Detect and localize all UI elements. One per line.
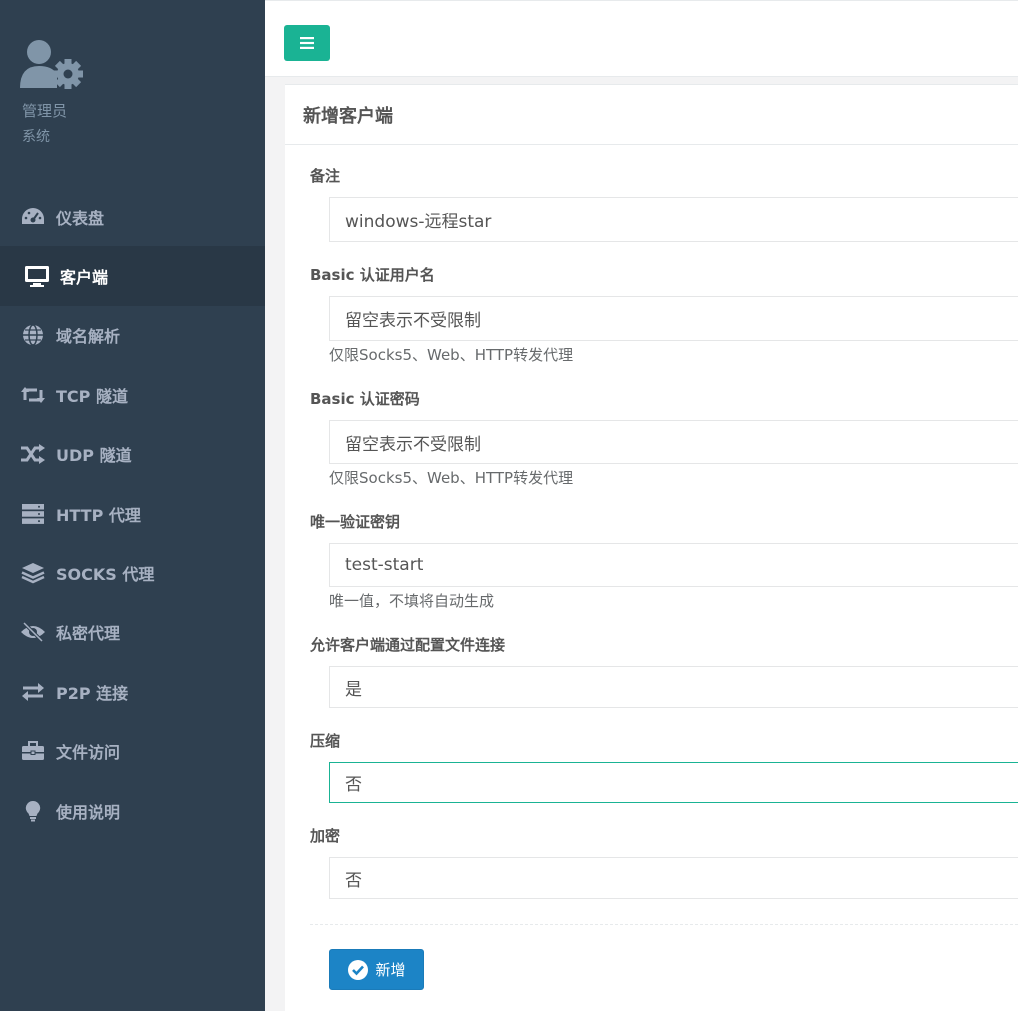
sidebar-item-label: 域名解析 [56, 327, 121, 347]
basic-password-input[interactable]: 留空表示不受限制 [329, 420, 1018, 464]
config-conn-select[interactable]: 是 [329, 666, 1018, 708]
add-button[interactable]: 新增 [329, 949, 424, 990]
sidebar-item-files[interactable]: 文件访问 [0, 722, 265, 781]
dashboard-icon [20, 206, 46, 228]
profile: 管理员 系统 [20, 38, 86, 145]
hamburger-icon [300, 37, 314, 49]
crypt-label: 加密 [310, 827, 341, 845]
sidebar-item-label: UDP 隧道 [56, 446, 132, 466]
remark-input[interactable]: windows-远程star [329, 197, 1018, 242]
basic-username-placeholder: 留空表示不受限制 [345, 311, 481, 331]
compress-select[interactable]: 否 [329, 762, 1018, 803]
basic-password-label: Basic 认证密码 [310, 390, 420, 408]
sidebar-item-dashboard[interactable]: 仪表盘 [0, 187, 265, 246]
vkey-label: 唯一验证密钥 [310, 513, 401, 531]
compress-value: 否 [345, 775, 362, 795]
sidebar: 管理员 系统 仪表盘 客户端 域名解析 TCP 隧道 UDP 隧道 HTTP 代… [0, 0, 265, 1011]
sidebar-item-socks[interactable]: SOCKS 代理 [0, 543, 265, 602]
top-navbar [265, 0, 1018, 77]
form-divider [310, 924, 1018, 925]
remark-label: 备注 [310, 167, 341, 185]
panel-title: 新增客户端 [285, 85, 1018, 145]
briefcase-icon [20, 740, 46, 762]
sidebar-nav: 仪表盘 客户端 域名解析 TCP 隧道 UDP 隧道 HTTP 代理 SOCKS… [0, 187, 265, 840]
sidebar-item-http[interactable]: HTTP 代理 [0, 484, 265, 543]
sidebar-item-udp[interactable]: UDP 隧道 [0, 425, 265, 484]
add-client-panel: 新增客户端 备注 windows-远程star Basic 认证用户名 留空表示… [285, 84, 1018, 1011]
config-conn-label: 允许客户端通过配置文件连接 [310, 636, 506, 654]
vkey-value: test-start [345, 555, 424, 575]
monitor-icon [24, 265, 50, 288]
profile-role: 管理员 [22, 102, 68, 120]
server-icon [20, 503, 46, 525]
menu-toggle-button[interactable] [284, 25, 330, 61]
sidebar-item-label: TCP 隧道 [56, 386, 128, 406]
profile-subtitle: 系统 [22, 129, 50, 145]
sidebar-item-label: 文件访问 [56, 743, 121, 763]
sidebar-item-label: 仪表盘 [56, 208, 105, 228]
user-gear-icon [20, 38, 86, 94]
sidebar-item-secret[interactable]: 私密代理 [0, 603, 265, 662]
compress-label: 压缩 [310, 732, 341, 750]
sidebar-item-tcp[interactable]: TCP 隧道 [0, 365, 265, 424]
shuffle-icon [20, 443, 46, 465]
sidebar-item-label: 私密代理 [56, 624, 121, 644]
check-circle-icon [348, 959, 369, 980]
basic-password-help: 仅限Socks5、Web、HTTP转发代理 [329, 469, 574, 487]
sidebar-item-p2p[interactable]: P2P 连接 [0, 662, 265, 721]
sidebar-item-domain[interactable]: 域名解析 [0, 306, 265, 365]
sidebar-item-help[interactable]: 使用说明 [0, 781, 265, 840]
eye-slash-icon [20, 621, 46, 643]
globe-icon [20, 324, 46, 347]
sidebar-item-label: SOCKS 代理 [56, 565, 155, 585]
basic-username-help: 仅限Socks5、Web、HTTP转发代理 [329, 346, 574, 364]
crypt-select[interactable]: 否 [329, 857, 1018, 899]
sidebar-item-label: HTTP 代理 [56, 505, 141, 525]
crypt-value: 否 [345, 870, 362, 891]
sidebar-item-label: P2P 连接 [56, 683, 129, 703]
vkey-help: 唯一值，不填将自动生成 [329, 592, 495, 610]
lightbulb-icon [20, 800, 46, 822]
basic-username-input[interactable]: 留空表示不受限制 [329, 296, 1018, 341]
sidebar-item-clients[interactable]: 客户端 [0, 246, 265, 306]
retweet-icon [20, 384, 46, 406]
add-button-label: 新增 [375, 961, 406, 979]
exchange-icon [20, 681, 46, 703]
vkey-input[interactable]: test-start [329, 543, 1018, 587]
sidebar-item-label: 使用说明 [56, 802, 121, 822]
basic-username-label: Basic 认证用户名 [310, 266, 435, 284]
layers-icon [20, 562, 46, 584]
remark-value: windows-远程star [345, 212, 492, 232]
sidebar-item-label: 客户端 [60, 268, 109, 288]
config-conn-value: 是 [345, 679, 362, 700]
basic-password-placeholder: 留空表示不受限制 [345, 434, 481, 455]
